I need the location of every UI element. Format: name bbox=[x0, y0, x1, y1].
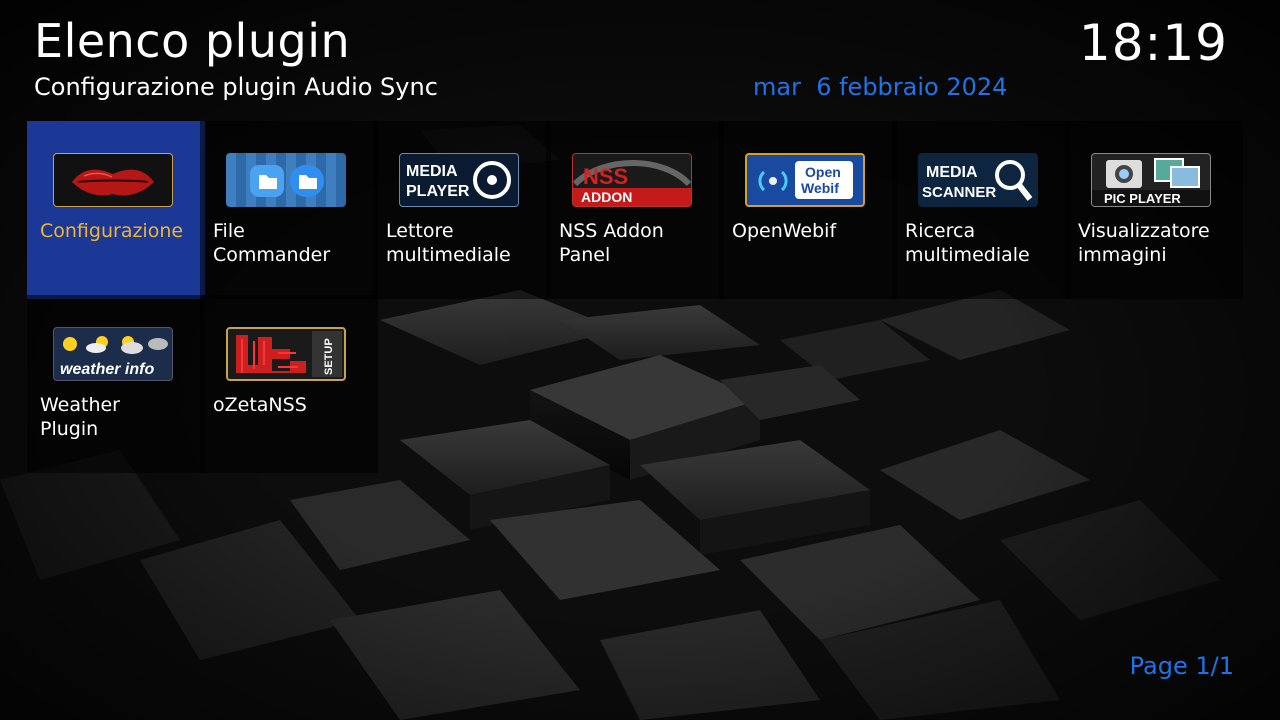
svg-text:weather info: weather info bbox=[60, 361, 154, 378]
plugin-label: File Commander bbox=[213, 220, 331, 266]
svg-text:PLAYER: PLAYER bbox=[406, 183, 470, 200]
plugin-label: NSS Addon Panel bbox=[559, 220, 664, 266]
page-title: Elenco plugin bbox=[34, 14, 351, 68]
clock: 18:19 bbox=[1078, 14, 1228, 72]
svg-text:Open: Open bbox=[805, 164, 841, 180]
plugin-label: Weather Plugin bbox=[40, 394, 120, 440]
svg-text:SCANNER: SCANNER bbox=[922, 184, 996, 201]
page-indicator: Page 1/1 bbox=[1129, 652, 1234, 680]
plugin-tile-nss-addon-panel[interactable]: NSS ADDON NSS Addon Panel bbox=[546, 121, 724, 299]
svg-text:ADDON: ADDON bbox=[581, 189, 632, 205]
plugin-label: Configurazione bbox=[40, 220, 184, 242]
media-scanner-icon: MEDIA SCANNER bbox=[918, 153, 1038, 207]
svg-text:MEDIA: MEDIA bbox=[406, 163, 458, 180]
plugin-tile-openwebif[interactable]: Open Webif OpenWebif bbox=[719, 121, 897, 299]
weather-icon: weather info bbox=[53, 327, 173, 381]
svg-text:MEDIA: MEDIA bbox=[926, 164, 978, 181]
svg-text:PIC PLAYER: PIC PLAYER bbox=[1104, 191, 1181, 206]
nss-addon-icon: NSS ADDON bbox=[572, 153, 692, 207]
plugin-label: Lettore multimediale bbox=[386, 220, 511, 266]
plugin-tile-ricerca-multimediale[interactable]: MEDIA SCANNER Ricerca multimediale bbox=[892, 121, 1070, 299]
plugin-label: OpenWebif bbox=[732, 220, 837, 242]
plugin-label: Visualizzatore immagini bbox=[1078, 220, 1210, 266]
lips-icon bbox=[53, 153, 173, 207]
plugin-tile-lettore-multimediale[interactable]: MEDIA PLAYER Lettore multimediale bbox=[373, 121, 551, 299]
plugin-label: oZetaNSS bbox=[213, 394, 307, 416]
openwebif-icon: Open Webif bbox=[745, 153, 865, 207]
plugin-tile-visualizzatore-immagini[interactable]: PIC PLAYER Visualizzatore immagini bbox=[1065, 121, 1243, 299]
svg-text:Webif: Webif bbox=[801, 180, 839, 196]
ozeta-setup-icon: SETUP bbox=[226, 327, 346, 381]
svg-text:NSS: NSS bbox=[583, 164, 628, 189]
date-display: mar 6 febbraio 2024 bbox=[753, 73, 1008, 101]
pic-player-icon: PIC PLAYER bbox=[1091, 153, 1211, 207]
plugin-tile-file-commander[interactable]: File Commander bbox=[200, 121, 378, 299]
selected-plugin-description: Configurazione plugin Audio Sync bbox=[34, 73, 438, 101]
plugin-tile-ozetanss[interactable]: SETUP oZetaNSS bbox=[200, 295, 378, 473]
svg-text:SETUP: SETUP bbox=[323, 338, 335, 375]
folder-icon bbox=[226, 153, 346, 207]
plugin-label: Ricerca multimediale bbox=[905, 220, 1030, 266]
media-player-icon: MEDIA PLAYER bbox=[399, 153, 519, 207]
plugin-tile-weather-plugin[interactable]: weather info Weather Plugin bbox=[27, 295, 205, 473]
plugin-tile-configurazione[interactable]: Configurazione bbox=[27, 121, 205, 299]
